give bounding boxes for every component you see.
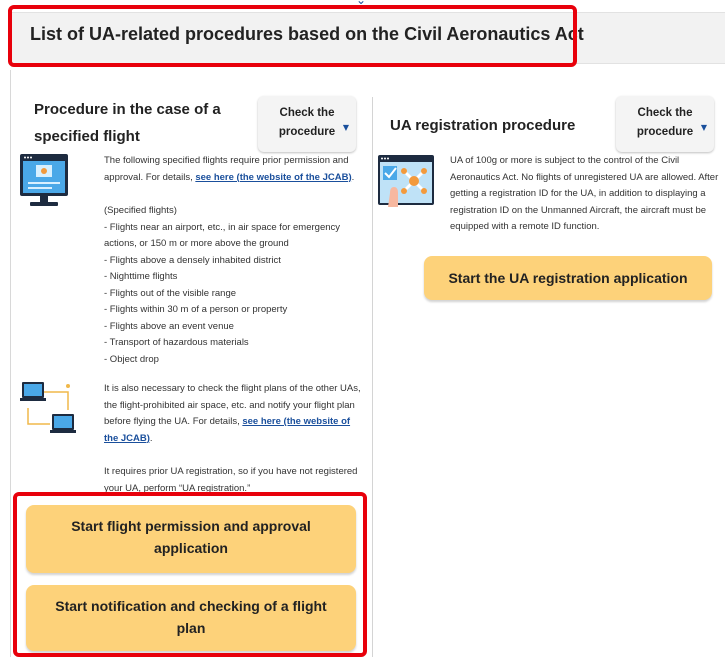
list-item: - Nighttime flights xyxy=(104,271,178,282)
specified-flight-title: Procedure in the case of a specified fli… xyxy=(34,98,254,149)
caret-down-icon: ▼ xyxy=(342,123,349,132)
list-item: - Transport of hazardous materials xyxy=(104,337,249,348)
caret-down-icon: ▼ xyxy=(700,123,707,132)
flight-plan-text: It is also necessary to check the flight… xyxy=(104,383,361,444)
list-item: - Flights within 30 m of a person or pro… xyxy=(104,304,288,315)
page-title: List of UA-related procedures based on t… xyxy=(30,24,584,44)
column-divider xyxy=(372,97,373,657)
start-ua-registration-button[interactable]: Start the UA registration application xyxy=(424,256,712,300)
registration-note: It requires prior UA registration, so if… xyxy=(104,466,358,494)
specified-flight-title-line1: Procedure in the case of a xyxy=(34,101,221,118)
check-procedure-button-registration[interactable]: Check the procedure ▼ xyxy=(616,96,714,152)
jcab-link-1[interactable]: see here (the website of the JCAB) xyxy=(195,172,351,183)
monitor-drone-icon xyxy=(18,152,70,210)
list-item: - Flights above a densely inhabited dist… xyxy=(104,254,281,266)
list-heading: (Specified flights) xyxy=(104,205,177,216)
ua-registration-title: UA registration procedure xyxy=(390,117,576,134)
specified-flight-intro: The following specified flights require … xyxy=(104,155,355,183)
list-item: - Flights out of the visible range xyxy=(104,287,237,299)
check-procedure-button-flight[interactable]: Check the procedure ▼ xyxy=(258,96,356,152)
start-permission-approval-button[interactable]: Start flight permission and approval app… xyxy=(26,505,356,573)
list-item: - Flights above an event venue xyxy=(104,320,234,332)
start-notification-button[interactable]: Start notification and checking of a fli… xyxy=(26,585,356,651)
drone-registration-icon xyxy=(376,153,436,211)
list-item: actions, or 150 m or more above the grou… xyxy=(104,238,289,249)
specified-flights-list: (Specified flights) - Flights near an ai… xyxy=(104,203,366,368)
list-item: - Flights near an airport, etc., in air … xyxy=(104,221,341,233)
chevron-down-icon: ⌄ xyxy=(356,0,367,7)
list-item: - Object drop xyxy=(104,353,159,365)
network-computers-icon xyxy=(20,380,78,436)
ua-registration-text: UA of 100g or more is subject to the con… xyxy=(450,155,719,232)
specified-flight-title-line2: specified flight xyxy=(34,128,140,145)
